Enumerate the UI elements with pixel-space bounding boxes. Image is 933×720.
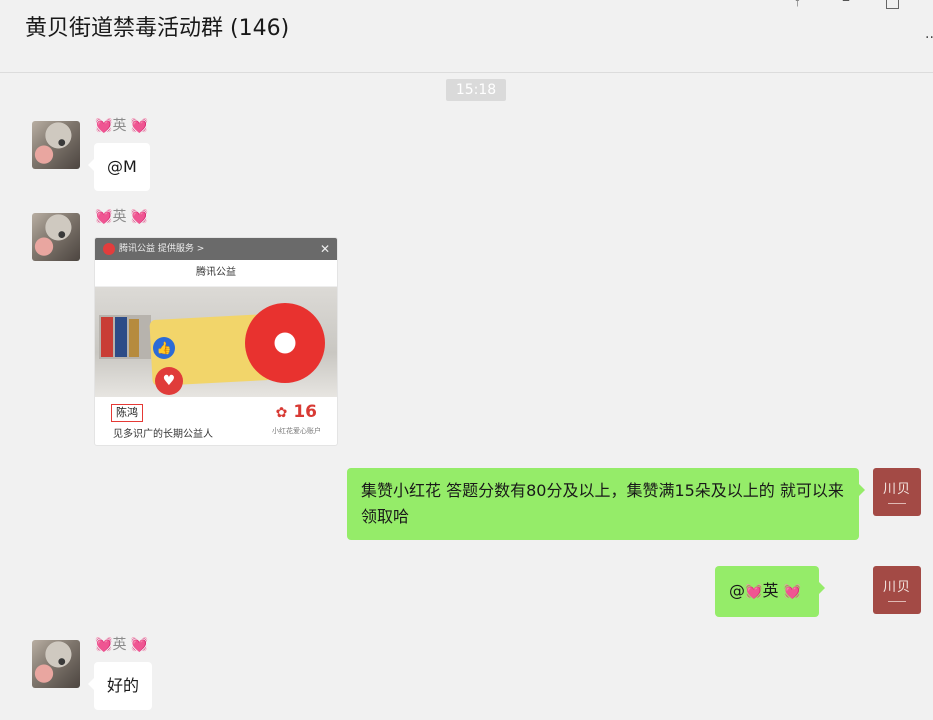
chat-header: 黄贝街道禁毒活动群 (146) ⫯ – ·· [0,0,933,73]
flower-count: ✿ 16 [275,402,317,422]
card-description: 见多识广的长期公益人 [113,429,213,440]
heart-emoji-icon: 💓 [130,209,149,225]
heart-emoji-icon: 💓 [783,584,801,600]
flower-account-label: 小红花爱心账户 [272,427,321,435]
heart-emoji-icon: 💓 [95,118,113,134]
sender-name: 💓英 💓 [95,209,149,225]
heart-emoji-icon: 💓 [130,118,149,134]
flower-icon: ✿ [275,405,288,421]
message-bubble[interactable]: 好的 [87,662,153,710]
heart-emoji-icon: 💓 [745,584,763,600]
sender-name: 💓英 💓 [95,118,149,134]
card-title: 腾讯公益 [95,260,337,287]
heart-emoji-icon: 💓 [95,637,113,653]
message-bubble[interactable]: @M [88,143,150,191]
card-illustration: 👍 ♥ [95,287,337,397]
card-info: 陈鸿 见多识广的长期公益人 ✿ 16 小红花爱心账户 [101,400,331,442]
card-username: 陈鸿 [111,404,143,422]
avatar[interactable] [32,213,80,261]
red-flower-icon [245,303,325,383]
chat-title: 黄贝街道禁毒活动群 (146) [25,16,290,41]
pin-icon[interactable]: ⫯ [794,0,800,10]
tencent-charity-logo-icon [103,243,115,255]
more-icon[interactable]: ·· [925,30,933,46]
message-bubble[interactable]: @💓英 💓 [715,566,825,617]
avatar[interactable]: 川贝 [873,468,921,516]
avatar[interactable]: 川贝 [873,566,921,614]
message-timestamp: 15:18 [446,79,506,101]
maximize-icon[interactable] [886,0,899,9]
image-message[interactable]: 腾讯公益 提供服务 > ✕ 腾讯公益 👍 ♥ 陈鸿 见多识广的长期公益人 ✿ 1… [94,237,338,446]
avatar[interactable] [32,121,80,169]
sender-name: 💓英 💓 [95,637,149,653]
heart-icon: ♥ [155,367,183,395]
close-icon: ✕ [319,242,330,256]
avatar[interactable] [32,640,80,688]
minimize-icon[interactable]: – [842,0,850,9]
heart-emoji-icon: 💓 [95,209,113,225]
thumbs-up-icon: 👍 [153,337,175,359]
heart-emoji-icon: 💓 [130,637,149,653]
card-header: 腾讯公益 提供服务 > ✕ [95,238,337,260]
message-bubble[interactable]: 集赞小红花 答题分数有80分及以上，集赞满15朵及以上的 就可以来领取哈 [347,468,865,540]
